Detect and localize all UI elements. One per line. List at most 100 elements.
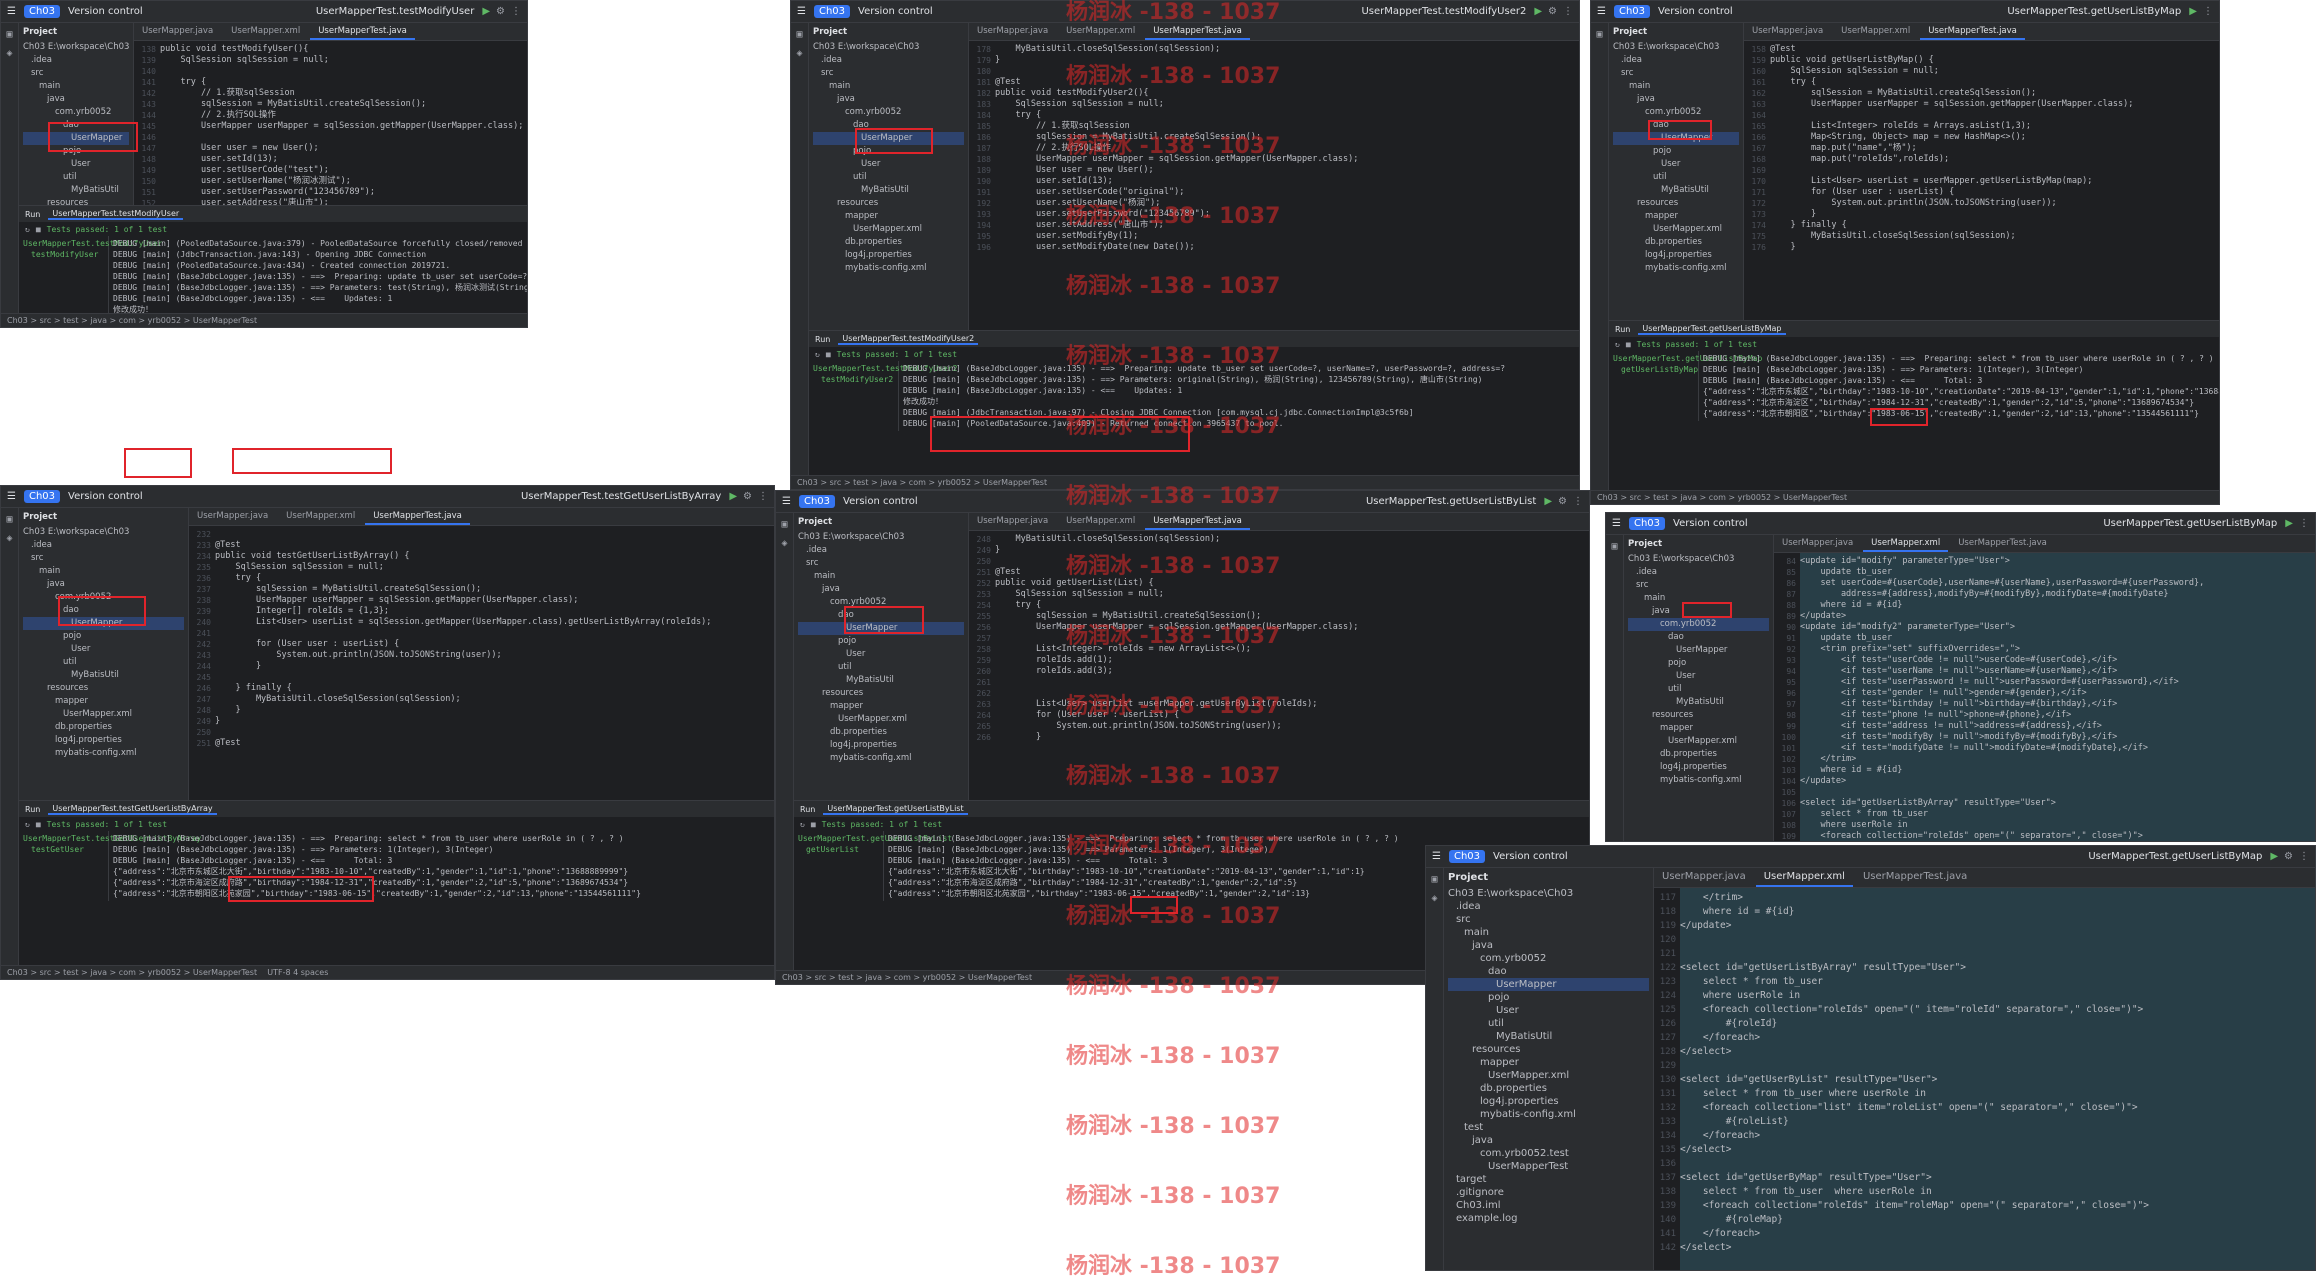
tree-target[interactable]: target xyxy=(1448,1173,1649,1186)
tree-root[interactable]: Ch03 E:\workspace\Ch03 xyxy=(23,41,129,54)
run-icon[interactable]: ▶ xyxy=(482,6,490,17)
code-lines[interactable]: </trim> where id = #{id} </update> <selec… xyxy=(1680,888,2315,1270)
tree-resources[interactable]: resources xyxy=(1628,709,1769,722)
tree-package[interactable]: com.yrb0052 xyxy=(813,106,964,119)
tree-mapper[interactable]: mapper xyxy=(1628,722,1769,735)
project-header[interactable]: Project xyxy=(23,512,184,522)
run-tab[interactable]: UserMapperTest.getUserListByList xyxy=(823,804,968,815)
project-badge[interactable]: Ch03 xyxy=(1448,850,1486,863)
rerun-icon[interactable]: ↻ xyxy=(1615,340,1620,349)
more-icon[interactable]: ⋮ xyxy=(1563,6,1573,17)
run-icon[interactable]: ▶ xyxy=(1544,496,1552,507)
tree-package[interactable]: com.yrb0052 xyxy=(1628,618,1769,631)
tree-user[interactable]: User xyxy=(1613,158,1739,171)
tree-resources[interactable]: resources xyxy=(1613,197,1739,210)
more-icon[interactable]: ⋮ xyxy=(511,6,521,17)
tree-idea[interactable]: .idea xyxy=(813,54,964,67)
tree-root[interactable]: Ch03 E:\workspace\Ch03 xyxy=(1613,41,1739,54)
tree-package[interactable]: com.yrb0052 xyxy=(1613,106,1739,119)
tree-user[interactable]: User xyxy=(1448,1004,1649,1017)
tree-user[interactable]: User xyxy=(23,643,184,656)
tab-usermapper-xml[interactable]: UserMapper.xml xyxy=(1863,535,1949,552)
code-lines[interactable]: <update id="modify" parameterType="User"… xyxy=(1800,553,2315,841)
more-icon[interactable]: ⋮ xyxy=(2203,6,2213,17)
tree-iml[interactable]: Ch03.iml xyxy=(1448,1199,1649,1212)
project-header[interactable]: Project xyxy=(1628,539,1769,549)
run-tab[interactable]: UserMapperTest.getUserListByMap xyxy=(1638,324,1786,335)
tree-pojo[interactable]: pojo xyxy=(798,635,964,648)
project-badge[interactable]: Ch03 xyxy=(23,5,61,18)
test-class-item[interactable]: UserMapperTest.testModifyUser xyxy=(23,238,163,249)
menu-icon[interactable]: ☰ xyxy=(7,491,16,502)
debug-icon[interactable]: ⚙ xyxy=(1558,496,1567,507)
debug-icon[interactable]: ⚙ xyxy=(743,491,752,502)
project-badge[interactable]: Ch03 xyxy=(1628,517,1666,530)
vcs-menu[interactable]: Version control xyxy=(843,496,918,507)
test-method-item[interactable]: testModifyUser2 xyxy=(813,374,894,385)
tree-dao[interactable]: dao xyxy=(23,604,184,617)
tree-mybatis-config[interactable]: mybatis-config.xml xyxy=(813,262,964,275)
tree-mapper[interactable]: mapper xyxy=(1448,1056,1649,1069)
tree-usermapper-xml[interactable]: UserMapper.xml xyxy=(1628,735,1769,748)
tree-mybatis-config[interactable]: mybatis-config.xml xyxy=(1448,1108,1649,1121)
stop-icon[interactable]: ■ xyxy=(36,225,41,234)
console-output[interactable]: DEBUG [main] (BaseJdbcLogger.java:135) -… xyxy=(1699,351,2219,421)
run-config-selector[interactable]: UserMapperTest.getUserListByList xyxy=(1366,496,1536,507)
tab-usermapper-xml[interactable]: UserMapper.xml xyxy=(1755,868,1853,887)
tree-usermapper[interactable]: UserMapper xyxy=(1628,644,1769,657)
tree-java[interactable]: java xyxy=(798,583,964,596)
folder-icon[interactable]: ▣ xyxy=(1431,874,1437,885)
project-header[interactable]: Project xyxy=(1448,872,1649,883)
tree-pojo[interactable]: pojo xyxy=(813,145,964,158)
tree-log4j[interactable]: log4j.properties xyxy=(1448,1095,1649,1108)
tree-mybatisutil[interactable]: MyBatisUtil xyxy=(23,184,129,197)
tree-log4j[interactable]: log4j.properties xyxy=(23,734,184,747)
tree-log4j[interactable]: log4j.properties xyxy=(798,739,964,752)
tree-idea[interactable]: .idea xyxy=(23,54,129,67)
rerun-icon[interactable]: ↻ xyxy=(25,225,30,234)
tree-java[interactable]: java xyxy=(23,93,129,106)
tree-root[interactable]: Ch03 E:\workspace\Ch03 xyxy=(1628,553,1769,566)
tree-java[interactable]: java xyxy=(1613,93,1739,106)
menu-icon[interactable]: ☰ xyxy=(797,6,806,17)
tab-usermapper-xml[interactable]: UserMapper.xml xyxy=(1833,23,1918,40)
tree-mybatis-config[interactable]: mybatis-config.xml xyxy=(1613,262,1739,275)
tab-usermappertest-java[interactable]: UserMapperTest.java xyxy=(310,23,415,40)
structure-icon[interactable]: ◈ xyxy=(796,48,802,59)
project-badge[interactable]: Ch03 xyxy=(798,495,836,508)
tree-java[interactable]: java xyxy=(23,578,184,591)
tree-user[interactable]: User xyxy=(798,648,964,661)
tab-usermapper-java[interactable]: UserMapper.java xyxy=(134,23,221,40)
tree-root[interactable]: Ch03 E:\workspace\Ch03 xyxy=(798,531,964,544)
tree-mybatis-config[interactable]: mybatis-config.xml xyxy=(798,752,964,765)
more-icon[interactable]: ⋮ xyxy=(758,491,768,502)
tree-mybatisutil[interactable]: MyBatisUtil xyxy=(798,674,964,687)
tree-usermapper-xml[interactable]: UserMapper.xml xyxy=(1613,223,1739,236)
project-header[interactable]: Project xyxy=(1613,27,1739,37)
run-icon[interactable]: ▶ xyxy=(2270,851,2278,862)
test-class-item[interactable]: UserMapperTest.testGetUserListByArray xyxy=(23,833,201,844)
project-header[interactable]: Project xyxy=(813,27,964,37)
tree-java[interactable]: java xyxy=(813,93,964,106)
folder-icon[interactable]: ▣ xyxy=(1611,541,1617,552)
tree-test-package[interactable]: com.yrb0052.test xyxy=(1448,1147,1649,1160)
tree-db-properties[interactable]: db.properties xyxy=(813,236,964,249)
run-config-selector[interactable]: UserMapperTest.getUserListByMap xyxy=(2007,6,2181,17)
tree-usermappertest[interactable]: UserMapperTest xyxy=(1448,1160,1649,1173)
tree-db-properties[interactable]: db.properties xyxy=(1628,748,1769,761)
tree-idea[interactable]: .idea xyxy=(23,539,184,552)
tree-test[interactable]: test xyxy=(1448,1121,1649,1134)
tree-src[interactable]: src xyxy=(1613,67,1739,80)
tree-mybatisutil[interactable]: MyBatisUtil xyxy=(23,669,184,682)
tree-mapper[interactable]: mapper xyxy=(23,695,184,708)
tree-resources[interactable]: resources xyxy=(798,687,964,700)
tree-dao[interactable]: dao xyxy=(1628,631,1769,644)
tree-main[interactable]: main xyxy=(23,80,129,93)
tree-mybatis-config[interactable]: mybatis-config.xml xyxy=(23,747,184,760)
project-header[interactable]: Project xyxy=(23,27,129,37)
run-icon[interactable]: ▶ xyxy=(2189,6,2197,17)
tree-mapper[interactable]: mapper xyxy=(813,210,964,223)
tree-src[interactable]: src xyxy=(23,552,184,565)
tree-util[interactable]: util xyxy=(1628,683,1769,696)
test-method-item[interactable]: testGetUser xyxy=(23,844,104,855)
